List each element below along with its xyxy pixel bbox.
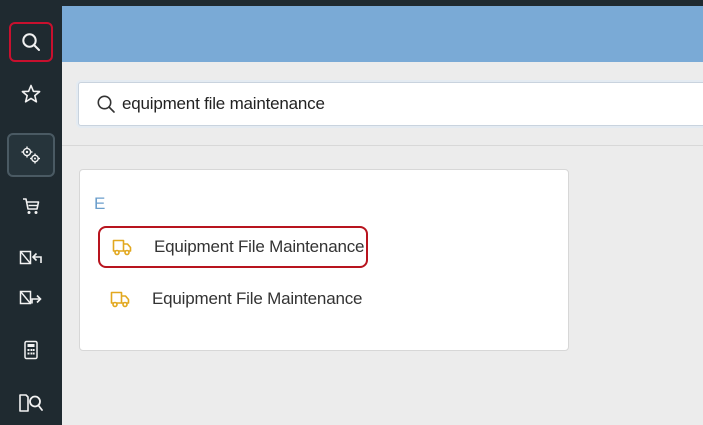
result-item-equipment-file-maintenance-2[interactable]: Equipment File Maintenance: [98, 280, 368, 318]
search-icon: [97, 95, 115, 113]
star-icon: [21, 84, 41, 103]
sidebar-settings-button[interactable]: [7, 133, 55, 177]
header-top-edge: [62, 0, 703, 6]
truck-icon: [110, 291, 130, 308]
document-search-icon: [19, 394, 43, 412]
calculator-icon: [24, 340, 38, 360]
sidebar-returns-button[interactable]: [0, 238, 62, 278]
sidebar-transfer-button[interactable]: [0, 278, 62, 318]
search-input[interactable]: [122, 94, 642, 114]
search-icon: [22, 33, 40, 51]
divider-line: [62, 145, 703, 146]
cart-icon: [23, 198, 40, 214]
result-item-equipment-file-maintenance-1[interactable]: Equipment File Maintenance: [98, 226, 368, 268]
result-group-letter: E: [94, 194, 106, 213]
sidebar-calculator-button[interactable]: [0, 330, 62, 370]
transfer-icon: [19, 290, 42, 305]
sidebar-cart-button[interactable]: [0, 186, 62, 226]
truck-icon: [112, 239, 132, 256]
gears-icon: [21, 146, 40, 164]
sidebar-document-search-button[interactable]: [0, 383, 62, 423]
search-results-card: E Equipment File Maintenance Equipment F…: [79, 169, 569, 351]
top-header-bar: [62, 0, 703, 62]
result-label: Equipment File Maintenance: [152, 289, 363, 308]
sidebar-favorites-button[interactable]: [0, 74, 62, 114]
sidebar-search-button[interactable]: [9, 22, 53, 62]
return-icon: [19, 250, 42, 265]
result-label: Equipment File Maintenance: [154, 237, 365, 256]
search-box[interactable]: [78, 82, 703, 126]
sidebar: [0, 0, 62, 425]
